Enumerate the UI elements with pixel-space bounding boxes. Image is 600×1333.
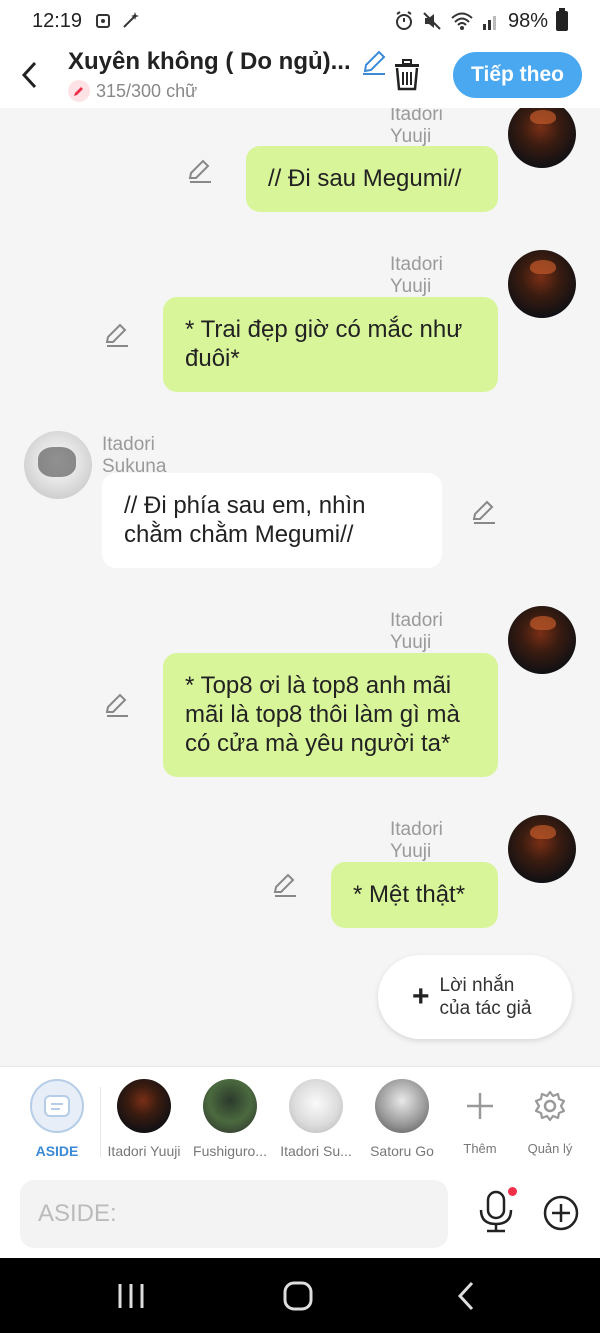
character-aside[interactable]: ASIDE (14, 1079, 100, 1159)
status-time: 12:19 (32, 9, 83, 32)
manage-button[interactable]: Quản lý (515, 1079, 585, 1156)
edit-message-icon[interactable] (272, 872, 298, 898)
avatar (203, 1079, 257, 1133)
message-bubble[interactable]: // Đi sau Megumi// (246, 146, 498, 212)
header: Xuyên không ( Do ngủ)... 315/300 chữ Tiế… (0, 42, 600, 108)
note-icon (44, 1095, 70, 1117)
add-circle-icon[interactable] (542, 1194, 580, 1232)
chat-area[interactable]: Itadori Yuuji // Đi sau Megumi// Itadori… (0, 108, 600, 1066)
edit-title-icon[interactable] (361, 49, 387, 75)
system-nav-bar (0, 1258, 600, 1333)
edit-message-icon[interactable] (187, 158, 213, 184)
character-label: Itadori Yuuji (107, 1143, 181, 1159)
message-bubble[interactable]: * Top8 ơi là top8 anh mãi mãi là top8 th… (163, 653, 498, 777)
recent-apps-icon[interactable] (116, 1280, 146, 1312)
speaker-name: Itadori Yuuji (390, 254, 443, 297)
notification-icon (96, 14, 111, 28)
avatar (117, 1079, 171, 1133)
avatar (289, 1079, 343, 1133)
pencil-icon (68, 80, 90, 102)
speaker-name: Itadori Yuuji (390, 108, 443, 147)
character-label: ASIDE (35, 1143, 79, 1159)
edit-message-icon[interactable] (471, 499, 497, 525)
input-bar (0, 1170, 600, 1258)
signal-icon (482, 16, 496, 30)
character-label: Fushiguro... (193, 1143, 267, 1159)
notification-dot (508, 1187, 517, 1196)
speaker-name: Itadori Sukuna (102, 434, 167, 477)
status-bar: 12:19 98% (0, 0, 600, 42)
aside-avatar (30, 1079, 84, 1133)
author-note-line2: của tác giả (439, 998, 532, 1019)
battery-icon (556, 8, 568, 31)
edit-message-icon[interactable] (104, 692, 130, 718)
avatar[interactable] (508, 606, 576, 674)
add-label: Thêm (463, 1141, 497, 1156)
delete-button[interactable] (387, 55, 427, 95)
author-note-button[interactable]: + Lời nhắn của tác giả (378, 955, 572, 1039)
avatar[interactable] (508, 250, 576, 318)
message-bubble[interactable]: // Đi phía sau em, nhìn chằm chằm Megumi… (102, 473, 442, 568)
trash-icon (395, 59, 420, 91)
message-input[interactable] (20, 1180, 448, 1248)
avatar[interactable] (508, 815, 576, 883)
author-note-label: Lời nhắn của tác giả (440, 974, 532, 1020)
character-bar: ASIDE Itadori Yuuji Fushiguro... Itadori… (0, 1066, 600, 1170)
avatar[interactable] (508, 108, 576, 168)
word-count: 315/300 chữ (96, 80, 198, 101)
add-character-button[interactable]: Thêm (445, 1079, 515, 1156)
gear-icon (534, 1090, 566, 1122)
wifi-icon (451, 12, 473, 30)
home-icon[interactable] (282, 1280, 314, 1312)
magic-wand-icon (123, 12, 140, 28)
character-sukuna[interactable]: Itadori Su... (273, 1079, 359, 1159)
character-fushiguro[interactable]: Fushiguro... (187, 1079, 273, 1159)
avatar (375, 1079, 429, 1133)
plus-icon (467, 1093, 493, 1119)
speaker-name: Itadori Yuuji (390, 610, 443, 653)
character-yuuji[interactable]: Itadori Yuuji (101, 1079, 187, 1159)
edit-message-icon[interactable] (104, 322, 130, 348)
speaker-name: Itadori Yuuji (390, 819, 443, 862)
microphone-icon[interactable] (476, 1190, 516, 1234)
author-note-line1: Lời nhắn (439, 975, 515, 996)
title-block: Xuyên không ( Do ngủ)... 315/300 chữ (60, 48, 387, 102)
character-label: Satoru Go (370, 1143, 434, 1159)
next-button[interactable]: Tiếp theo (453, 52, 582, 98)
avatar[interactable] (24, 431, 92, 499)
back-nav-icon[interactable] (454, 1280, 478, 1312)
story-title: Xuyên không ( Do ngủ)... (68, 48, 351, 75)
character-satoru[interactable]: Satoru Go (359, 1079, 445, 1159)
character-label: Itadori Su... (280, 1143, 352, 1159)
message-bubble[interactable]: * Trai đẹp giờ có mắc như đuôi* (163, 297, 498, 392)
message-bubble[interactable]: * Mệt thật* (331, 862, 498, 928)
battery-percent: 98% (507, 9, 548, 32)
mute-icon (423, 12, 441, 30)
back-button[interactable] (0, 45, 60, 105)
plus-icon: + (412, 980, 430, 1013)
alarm-icon (395, 11, 412, 30)
manage-label: Quản lý (527, 1141, 573, 1156)
chevron-left-icon (21, 61, 37, 89)
